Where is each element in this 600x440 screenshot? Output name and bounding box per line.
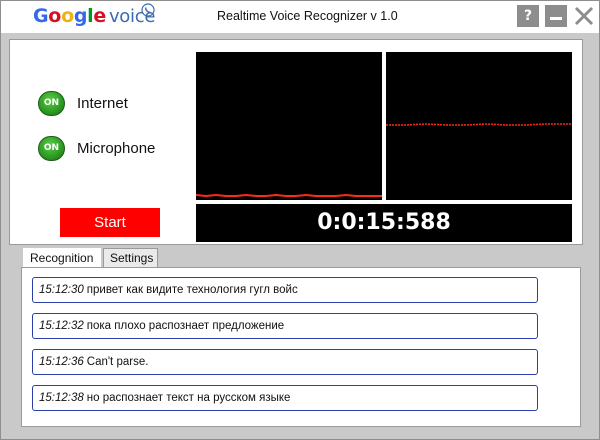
result-timestamp: 15:12:38 — [39, 392, 84, 404]
waveform-signal — [196, 193, 382, 198]
result-text: Can't parse. — [86, 356, 149, 368]
waveform-display — [196, 52, 382, 200]
result-timestamp: 15:12:30 — [39, 284, 84, 296]
close-icon — [574, 6, 594, 26]
app-window: Google voice Realtime Voice Recognizer v … — [0, 0, 600, 440]
list-item[interactable]: 15:12:38 но распознает текст на русском я… — [32, 385, 538, 411]
phone-icon — [141, 3, 155, 17]
result-text: привет как видите технология гугл войс — [86, 284, 298, 296]
elapsed-timer: 0:0:15:588 — [196, 204, 572, 242]
list-item[interactable]: 15:12:30 привет как видите технология гуг… — [32, 277, 538, 303]
result-text: но распознает текст на русском языке — [86, 392, 291, 404]
help-button[interactable]: ? — [517, 5, 539, 27]
result-timestamp: 15:12:36 — [39, 356, 84, 368]
microphone-status: ON Microphone — [38, 135, 155, 161]
start-button[interactable]: Start — [60, 208, 160, 237]
internet-status: ON Internet — [38, 90, 128, 116]
google-voice-logo: Google voice — [33, 5, 155, 27]
minimize-button[interactable] — [545, 5, 567, 27]
minimize-icon — [550, 17, 562, 20]
tab-recognition[interactable]: Recognition — [23, 248, 101, 267]
list-item[interactable]: 15:12:36 Can't parse. — [32, 349, 538, 375]
spectrum-display — [386, 52, 572, 200]
internet-on-indicator: ON — [38, 90, 65, 116]
microphone-label: Microphone — [77, 139, 156, 157]
main-panel: ON Internet ON Microphone Start 0:0:15:5… — [9, 39, 583, 245]
logo-google-text: Google — [33, 5, 106, 27]
recognition-results-list[interactable]: 15:12:30 привет как видите технология гуг… — [21, 267, 581, 427]
spectrum-line — [386, 123, 572, 126]
title-bar[interactable]: Google voice Realtime Voice Recognizer v … — [1, 1, 599, 33]
waveform-line — [196, 193, 382, 198]
list-item[interactable]: 15:12:32 пока плохо распознает предложени… — [32, 313, 538, 339]
result-timestamp: 15:12:32 — [39, 320, 84, 332]
close-button[interactable] — [573, 5, 595, 27]
spectrum-signal — [386, 123, 572, 126]
internet-label: Internet — [77, 94, 128, 112]
result-text: пока плохо распознает предложение — [86, 320, 285, 332]
window-title: Realtime Voice Recognizer v 1.0 — [217, 9, 398, 23]
tab-settings[interactable]: Settings — [103, 248, 158, 267]
microphone-on-indicator: ON — [38, 135, 65, 161]
